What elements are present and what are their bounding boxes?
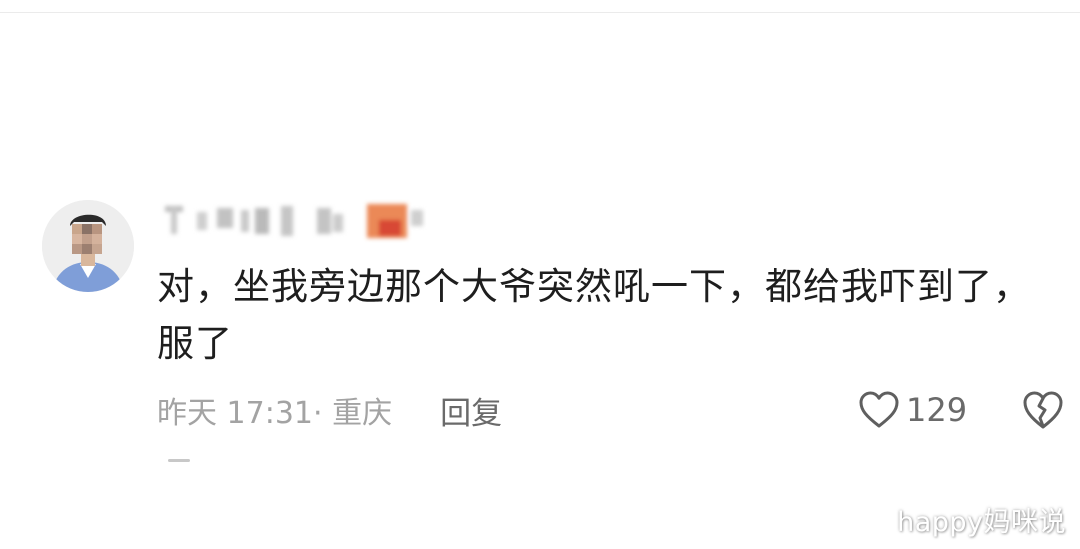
comment-meta: 昨天 17:31· 重庆 回复 xyxy=(157,388,502,432)
comment-text: 对，坐我旁边那个大爷突然吼一下，都给我吓到了，服了 xyxy=(157,265,1031,365)
comment-time-location: 昨天 17:31· 重庆 xyxy=(157,396,393,431)
watermark-text: happy妈咪说 xyxy=(897,507,1066,538)
dislike-button[interactable] xyxy=(1021,388,1065,432)
user-avatar-icon xyxy=(42,200,134,292)
broken-heart-icon xyxy=(1023,391,1063,429)
comment-item: 对，坐我旁边那个大爷突然吼一下，都给我吓到了，服了 昨天 17:31· 重庆 回… xyxy=(0,0,1080,549)
avatar[interactable] xyxy=(42,200,134,292)
blurred-username-graphic xyxy=(165,204,423,238)
username-blurred[interactable] xyxy=(157,198,427,244)
reply-button[interactable]: 回复 xyxy=(440,388,502,433)
like-count: 129 xyxy=(906,391,968,429)
heart-icon xyxy=(859,391,899,428)
replies-divider xyxy=(168,459,190,462)
like-button[interactable]: 129 xyxy=(858,386,967,434)
